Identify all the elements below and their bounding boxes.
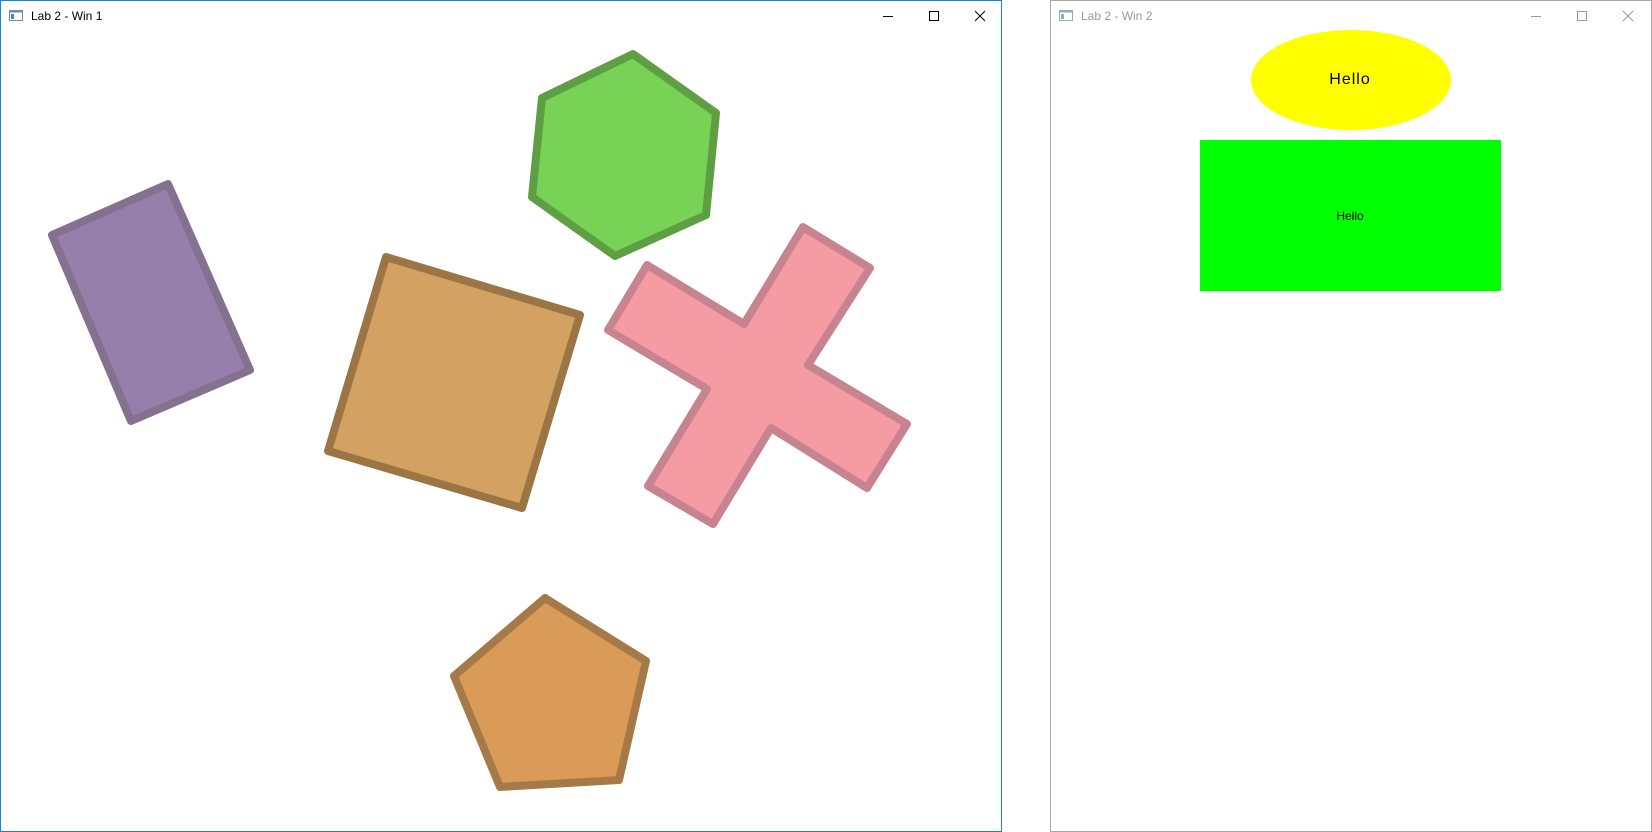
ellipse-hello-label: Hello <box>1329 71 1371 88</box>
green-hexagon-shape[interactable] <box>528 50 720 260</box>
rectangle-hello-label: Hello <box>1336 209 1364 223</box>
purple-rectangle-shape[interactable] <box>48 180 254 425</box>
drawing-canvas <box>48 30 1501 791</box>
orange-pentagon-shape[interactable] <box>450 594 650 791</box>
tan-square-shape[interactable] <box>324 253 584 512</box>
pink-cross-shape[interactable] <box>604 223 911 528</box>
